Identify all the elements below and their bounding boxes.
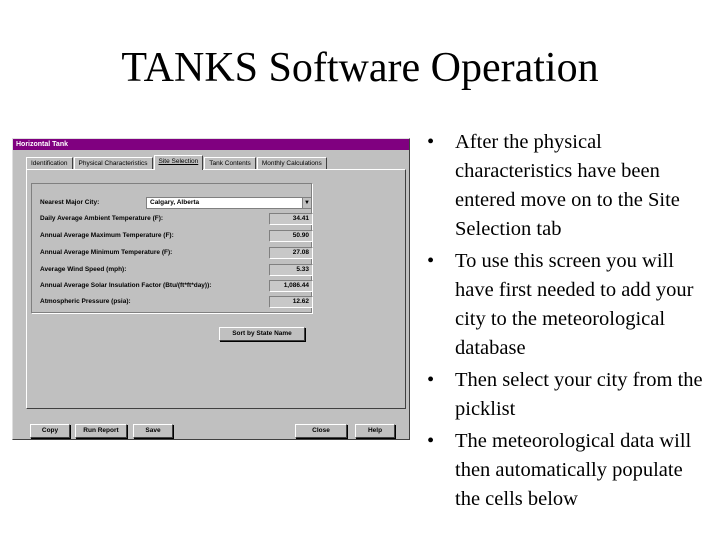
city-select[interactable]: Calgary, Alberta ▼ [146, 197, 312, 209]
atmospheric-pressure-field[interactable]: 12.62 [269, 296, 313, 308]
daily-avg-temp-label: Daily Average Ambient Temperature (F): [40, 215, 164, 222]
annual-max-temp-label: Annual Average Maximum Temperature (F): [40, 232, 174, 239]
tab-strip: Identification Physical Characteristics … [26, 155, 327, 170]
city-label: Nearest Major City: [40, 199, 100, 206]
bullet-item: To use this screen you will have first n… [427, 247, 712, 363]
help-button[interactable]: Help [355, 424, 395, 438]
city-select-value: Calgary, Alberta [150, 199, 200, 206]
annual-max-temp-field[interactable]: 50.90 [269, 230, 313, 242]
solar-insulation-field[interactable]: 1,086.44 [269, 280, 313, 292]
wind-speed-label: Average Wind Speed (mph): [40, 266, 127, 273]
close-button[interactable]: Close [295, 424, 347, 438]
save-button[interactable]: Save [133, 424, 173, 438]
daily-avg-temp-field[interactable]: 34.41 [269, 213, 313, 225]
sort-by-state-button[interactable]: Sort by State Name [219, 327, 305, 341]
bullet-item: The meteorological data will then automa… [427, 427, 712, 514]
annual-min-temp-label: Annual Average Minimum Temperature (F): [40, 249, 173, 256]
copy-button[interactable]: Copy [30, 424, 70, 438]
run-report-button[interactable]: Run Report [75, 424, 127, 438]
slide-title: TANKS Software Operation [121, 45, 599, 91]
annual-min-temp-field[interactable]: 27.08 [269, 247, 313, 259]
window-title: Horizontal Tank [13, 139, 409, 150]
atmospheric-pressure-label: Atmospheric Pressure (psia): [40, 298, 131, 305]
solar-insulation-label: Annual Average Solar Insulation Factor (… [40, 282, 212, 289]
tab-site-selection[interactable]: Site Selection [153, 155, 204, 170]
chevron-down-icon[interactable]: ▼ [302, 198, 311, 208]
bullet-item: After the physical characteristics have … [427, 128, 712, 244]
wind-speed-field[interactable]: 5.33 [269, 264, 313, 276]
bullet-list: After the physical characteristics have … [427, 128, 712, 517]
bullet-item: Then select your city from the picklist [427, 366, 712, 424]
horizontal-tank-window: Horizontal Tank Identification Physical … [12, 138, 410, 440]
